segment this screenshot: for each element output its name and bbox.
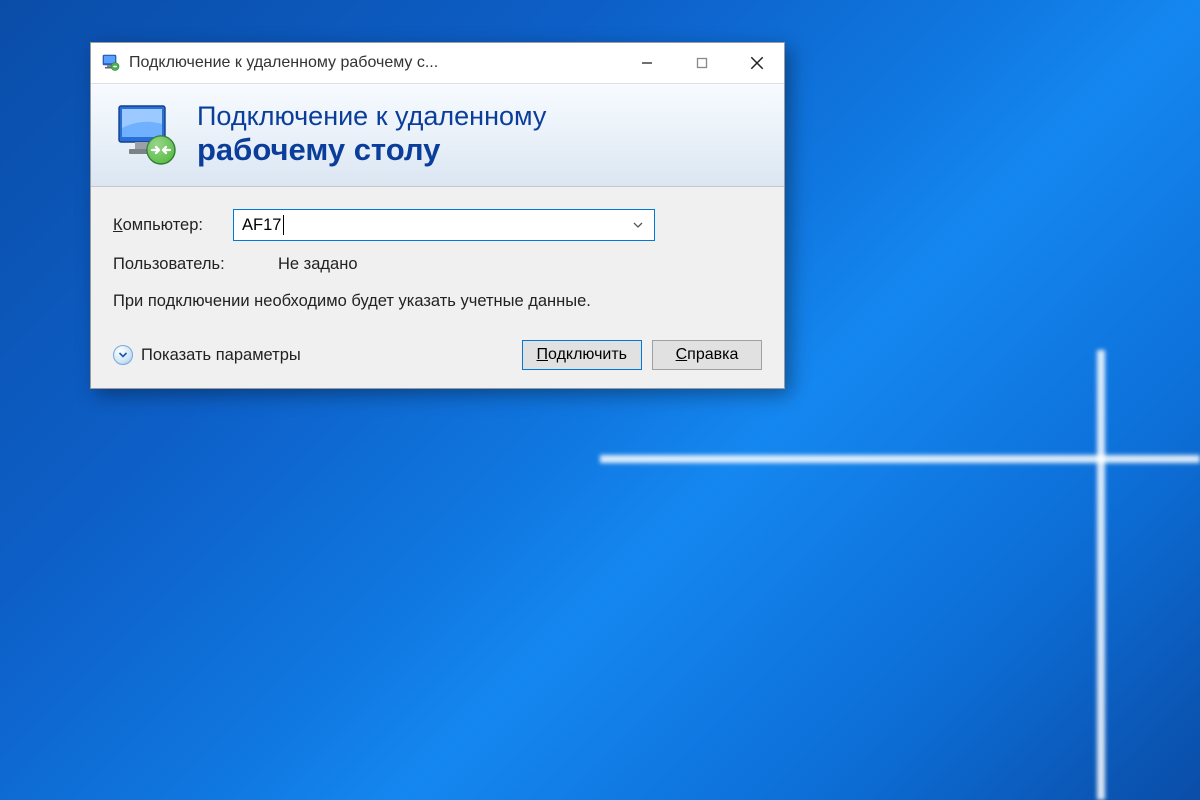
- dialog-title-line1: Подключение к удаленному: [197, 102, 546, 132]
- help-button[interactable]: Справка: [652, 340, 762, 370]
- connect-button[interactable]: Подключить: [522, 340, 642, 370]
- minimize-button[interactable]: [619, 43, 674, 83]
- dialog-header: Подключение к удаленному рабочему столу: [91, 83, 784, 187]
- expand-down-icon: [113, 345, 133, 365]
- user-row: Пользователь: Не задано: [113, 255, 762, 274]
- show-options-label: Показать параметры: [141, 346, 301, 365]
- rdp-app-icon: [101, 53, 121, 73]
- dialog-title-line2: рабочему столу: [197, 131, 546, 168]
- rdp-window: Подключение к удаленному рабочему с...: [90, 42, 785, 389]
- chevron-down-icon[interactable]: [628, 210, 648, 240]
- close-button[interactable]: [729, 43, 784, 83]
- desktop-background: Подключение к удаленному рабочему с...: [0, 0, 1200, 800]
- dialog-body: Компьютер: Пользователь: Не задано При п…: [91, 187, 784, 388]
- credentials-info-text: При подключении необходимо будет указать…: [113, 290, 762, 312]
- user-value: Не задано: [278, 255, 358, 274]
- dialog-footer: Показать параметры Подключить Справка: [113, 340, 762, 370]
- window-controls: [619, 43, 784, 83]
- text-caret: [283, 215, 284, 235]
- rdp-header-icon: [113, 100, 183, 170]
- titlebar[interactable]: Подключение к удаленному рабочему с...: [91, 43, 784, 83]
- computer-combobox[interactable]: [233, 209, 655, 241]
- show-options-link[interactable]: Показать параметры: [113, 345, 301, 365]
- computer-row: Компьютер:: [113, 209, 762, 241]
- titlebar-title: Подключение к удаленному рабочему с...: [129, 54, 619, 72]
- computer-label: Компьютер:: [113, 216, 233, 235]
- dialog-title: Подключение к удаленному рабочему столу: [197, 102, 546, 169]
- maximize-button[interactable]: [674, 43, 729, 83]
- computer-input[interactable]: [242, 216, 628, 235]
- user-label: Пользователь:: [113, 255, 278, 274]
